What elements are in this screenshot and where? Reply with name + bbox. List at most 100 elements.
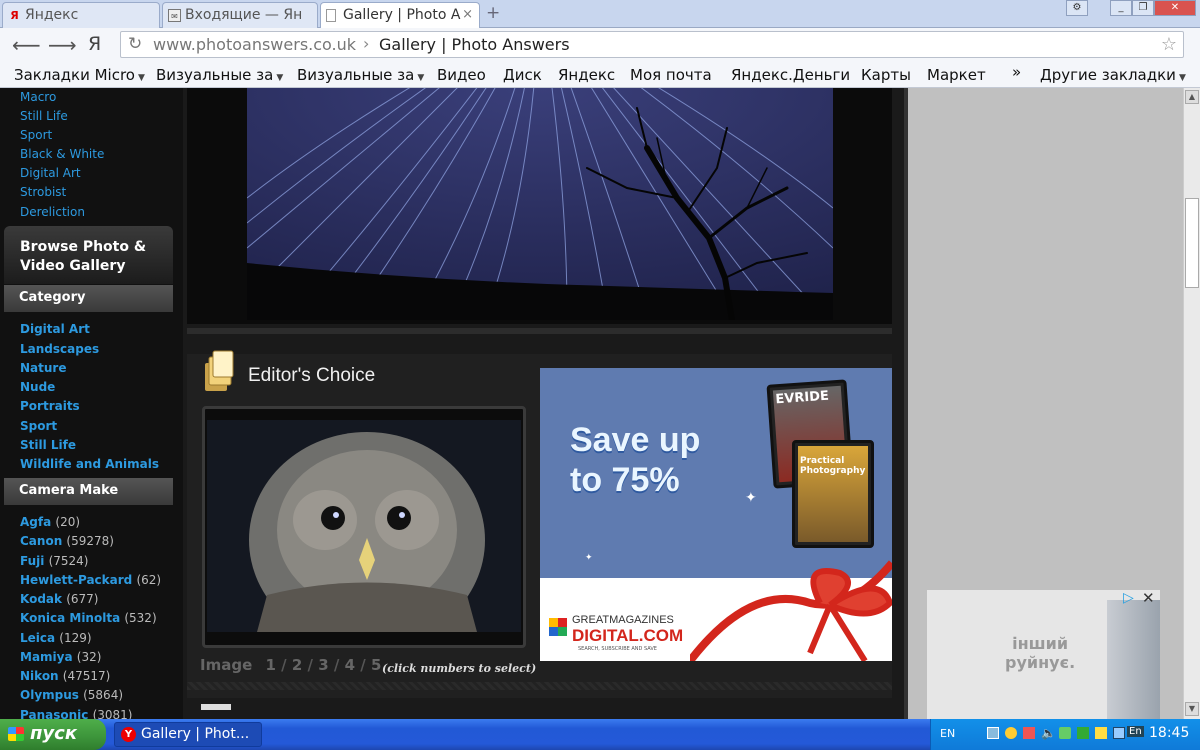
camera-link[interactable]: Hewlett-Packard (62) [20, 573, 161, 587]
bookmark-item[interactable]: Моя почта [630, 66, 712, 84]
system-tray: EN 🔈 En 18:45 [930, 719, 1200, 750]
tab-inbox[interactable]: ✉ Входящие — Ян [162, 2, 318, 28]
start-button[interactable]: пуск [0, 719, 106, 750]
camera-link[interactable]: Olympus (5864) [20, 688, 123, 702]
mail-icon: ✉ [168, 9, 181, 22]
bookmark-item[interactable]: Визуальные за ▼ [156, 66, 283, 84]
page-icon [326, 9, 336, 22]
pager-number[interactable]: 2 [292, 656, 302, 674]
tab-gallery[interactable]: Gallery | Photo A × [320, 2, 480, 28]
bookmark-item[interactable]: Видео [437, 66, 486, 84]
bookmark-item[interactable]: Диск [503, 66, 542, 84]
back-icon[interactable]: ⟵ [12, 33, 41, 57]
settings-icon[interactable]: ⚙ [1066, 0, 1088, 16]
scroll-thumb[interactable] [1185, 198, 1199, 288]
sidebar-link[interactable]: Digital Art [20, 166, 81, 180]
tray-icon[interactable] [1113, 727, 1125, 739]
scroll-up-icon[interactable]: ▲ [1185, 90, 1199, 104]
tray-icon[interactable] [1077, 727, 1089, 739]
sidebar-link[interactable]: Still Life [20, 109, 68, 123]
bookmarks-bar: Закладки Micro ▼ Визуальные за ▼ Визуальны… [0, 62, 1200, 88]
image-pager: Image 1 / 2 / 3 / 4 / 5 [200, 656, 382, 674]
bookmark-item[interactable]: Карты [861, 66, 911, 84]
ad-brand-line2: DIGITAL.COM [572, 626, 684, 645]
bookmarks-overflow-button[interactable]: » [1012, 63, 1021, 81]
editors-choice-title: Editor's Choice [248, 365, 376, 386]
adchoices-icon[interactable]: ▷ [1123, 590, 1134, 606]
brand-logo-icon [549, 618, 567, 636]
camera-link[interactable]: Panasonic (3081) [20, 708, 132, 719]
address-domain: www.photoanswers.co.uk [153, 35, 357, 54]
camera-link[interactable]: Leica (129) [20, 631, 92, 645]
camera-link[interactable]: Nikon (47517) [20, 669, 110, 683]
page-scrollbar[interactable]: ▲ ▼ [1183, 88, 1200, 719]
sidebar-link[interactable]: Sport [20, 128, 52, 142]
close-icon[interactable]: ✕ [1142, 589, 1155, 607]
camera-link[interactable]: Canon (59278) [20, 534, 114, 548]
tab-yandex[interactable]: Я Яндекс [2, 2, 160, 28]
pager-number[interactable]: 4 [345, 656, 355, 674]
network-icon[interactable] [987, 727, 999, 739]
forward-icon[interactable]: ⟶ [48, 33, 77, 57]
tray-icon[interactable] [1005, 727, 1017, 739]
next-section-icon [201, 704, 231, 710]
chevron-down-icon: ▼ [137, 73, 145, 83]
language-indicator[interactable]: EN [940, 727, 955, 740]
sidebar-link[interactable]: Macro [20, 90, 56, 104]
star-trail-photo[interactable] [247, 88, 833, 320]
star-icon[interactable]: ☆ [1161, 34, 1177, 55]
close-icon[interactable]: × [462, 7, 473, 22]
address-bar[interactable]: ↻ www.photoanswers.co.uk › Gallery | Pho… [120, 31, 1184, 58]
new-tab-button[interactable]: + [486, 3, 500, 23]
category-link[interactable]: Sport [20, 419, 57, 433]
yandex-logo[interactable]: Я [88, 33, 101, 55]
sidebar-link[interactable]: Black & White [20, 147, 104, 161]
owl-photo[interactable] [207, 420, 521, 632]
antivirus-icon[interactable] [1023, 727, 1035, 739]
sidebar-link[interactable]: Dereliction [20, 205, 85, 219]
camera-link[interactable]: Fuji (7524) [20, 554, 88, 568]
category-link[interactable]: Still Life [20, 438, 76, 452]
pager-number[interactable]: 5 [371, 656, 381, 674]
category-link[interactable]: Nude [20, 380, 55, 394]
magazine-ad[interactable]: Save up to 75% EVRIDE Practical Photogra… [540, 368, 892, 661]
tray-icon[interactable] [1095, 727, 1107, 739]
other-bookmarks[interactable]: Другие закладки ▼ [1040, 66, 1186, 84]
restore-button[interactable]: ❐ [1132, 0, 1154, 16]
side-ad[interactable]: інший руйнує. ▷ ✕ [927, 589, 1160, 719]
volume-icon[interactable]: 🔈 [1041, 726, 1056, 740]
pager-number[interactable]: 1 [265, 656, 275, 674]
ad-brand-line1: GREATMAGAZINES [572, 614, 674, 626]
tab-label: Входящие — Ян [185, 7, 303, 23]
editors-choice-icon [203, 349, 237, 393]
close-window-button[interactable]: ✕ [1154, 0, 1196, 16]
camera-link[interactable]: Kodak (677) [20, 592, 98, 606]
taskbar-item-browser[interactable]: Y Gallery | Phot... [114, 722, 262, 747]
yandex-browser-icon: Y [121, 727, 136, 742]
right-pane: інший руйнує. ▷ ✕ [908, 88, 1183, 719]
bookmark-item[interactable]: Яндекс [558, 66, 615, 84]
tablet-image: Practical Photography [792, 440, 874, 548]
category-link[interactable]: Landscapes [20, 342, 99, 356]
bookmark-item[interactable]: Закладки Micro ▼ [14, 66, 145, 84]
bookmark-item[interactable]: Визуальные за ▼ [297, 66, 424, 84]
pager-number[interactable]: 3 [318, 656, 328, 674]
bookmark-item[interactable]: Яндекс.Деньги [731, 66, 850, 84]
scroll-down-icon[interactable]: ▼ [1185, 702, 1199, 716]
category-link[interactable]: Portraits [20, 399, 80, 413]
reload-icon[interactable]: ↻ [128, 34, 142, 54]
category-link[interactable]: Wildlife and Animals [20, 457, 159, 471]
category-link[interactable]: Digital Art [20, 322, 90, 336]
start-label: пуск [30, 723, 78, 744]
category-link[interactable]: Nature [20, 361, 66, 375]
tray-icon[interactable] [1059, 727, 1071, 739]
camera-link[interactable]: Agfa (20) [20, 515, 80, 529]
bookmark-item[interactable]: Маркет [927, 66, 986, 84]
ad-tagline: SEARCH, SUBSCRIBE AND SAVE [578, 646, 657, 652]
camera-link[interactable]: Konica Minolta (532) [20, 611, 157, 625]
sidebar-link[interactable]: Strobist [20, 185, 66, 199]
language-bar[interactable]: En [1127, 726, 1144, 737]
clock[interactable]: 18:45 [1149, 725, 1189, 741]
minimize-button[interactable]: _ [1110, 0, 1132, 16]
camera-link[interactable]: Mamiya (32) [20, 650, 101, 664]
